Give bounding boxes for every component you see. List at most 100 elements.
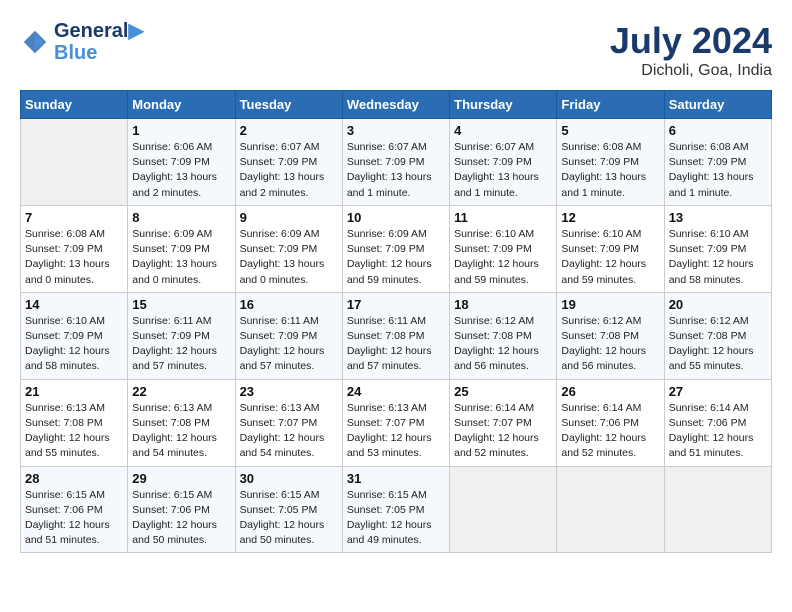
day-number: 30	[240, 471, 338, 486]
day-info: Sunrise: 6:09 AMSunset: 7:09 PMDaylight:…	[132, 227, 230, 288]
day-number: 16	[240, 297, 338, 312]
day-cell: 10 Sunrise: 6:09 AMSunset: 7:09 PMDayligh…	[342, 205, 449, 292]
day-cell: 28 Sunrise: 6:15 AMSunset: 7:06 PMDayligh…	[21, 466, 128, 553]
day-number: 2	[240, 123, 338, 138]
day-cell: 20Sunrise: 6:12 AMSunset: 7:08 PMDayligh…	[664, 292, 771, 379]
day-number: 31	[347, 471, 445, 486]
day-info: Sunrise: 6:07 AMSunset: 7:09 PMDaylight:…	[240, 140, 338, 201]
week-row-1: 1Sunrise: 6:06 AMSunset: 7:09 PMDaylight…	[21, 119, 772, 206]
day-cell: 23 Sunrise: 6:13 AMSunset: 7:07 PMDayligh…	[235, 379, 342, 466]
day-cell: 3 Sunrise: 6:07 AMSunset: 7:09 PMDaylight…	[342, 119, 449, 206]
title-section: July 2024 Dicholi, Goa, India	[610, 20, 772, 80]
day-number: 3	[347, 123, 445, 138]
day-cell: 25Sunrise: 6:14 AMSunset: 7:07 PMDayligh…	[450, 379, 557, 466]
day-cell: 26Sunrise: 6:14 AMSunset: 7:06 PMDayligh…	[557, 379, 664, 466]
header-cell-friday: Friday	[557, 91, 664, 119]
day-cell: 27 Sunrise: 6:14 AMSunset: 7:06 PMDayligh…	[664, 379, 771, 466]
day-cell	[557, 466, 664, 553]
day-number: 20	[669, 297, 767, 312]
week-row-2: 7 Sunrise: 6:08 AMSunset: 7:09 PMDaylight…	[21, 205, 772, 292]
day-cell	[450, 466, 557, 553]
day-cell: 11 Sunrise: 6:10 AMSunset: 7:09 PMDayligh…	[450, 205, 557, 292]
day-info: Sunrise: 6:08 AMSunset: 7:09 PMDaylight:…	[561, 140, 659, 201]
day-info: Sunrise: 6:15 AMSunset: 7:06 PMDaylight:…	[132, 488, 230, 549]
day-info: Sunrise: 6:10 AMSunset: 7:09 PMDaylight:…	[454, 227, 552, 288]
day-info: Sunrise: 6:11 AMSunset: 7:09 PMDaylight:…	[240, 314, 338, 375]
location-subtitle: Dicholi, Goa, India	[610, 62, 772, 80]
day-cell: 14 Sunrise: 6:10 AMSunset: 7:09 PMDayligh…	[21, 292, 128, 379]
day-info: Sunrise: 6:15 AMSunset: 7:06 PMDaylight:…	[25, 488, 123, 549]
day-info: Sunrise: 6:13 AMSunset: 7:08 PMDaylight:…	[25, 401, 123, 462]
day-number: 28	[25, 471, 123, 486]
day-number: 14	[25, 297, 123, 312]
day-cell: 1Sunrise: 6:06 AMSunset: 7:09 PMDaylight…	[128, 119, 235, 206]
day-number: 15	[132, 297, 230, 312]
header-row: SundayMondayTuesdayWednesdayThursdayFrid…	[21, 91, 772, 119]
header-cell-sunday: Sunday	[21, 91, 128, 119]
day-cell: 9 Sunrise: 6:09 AMSunset: 7:09 PMDaylight…	[235, 205, 342, 292]
header-cell-thursday: Thursday	[450, 91, 557, 119]
logo-line2: Blue	[54, 42, 144, 64]
day-info: Sunrise: 6:13 AMSunset: 7:07 PMDaylight:…	[240, 401, 338, 462]
day-cell: 18Sunrise: 6:12 AMSunset: 7:08 PMDayligh…	[450, 292, 557, 379]
day-cell: 30 Sunrise: 6:15 AMSunset: 7:05 PMDayligh…	[235, 466, 342, 553]
logo-icon	[20, 27, 50, 57]
header-cell-tuesday: Tuesday	[235, 91, 342, 119]
day-cell: 19 Sunrise: 6:12 AMSunset: 7:08 PMDayligh…	[557, 292, 664, 379]
day-info: Sunrise: 6:08 AMSunset: 7:09 PMDaylight:…	[25, 227, 123, 288]
day-number: 27	[669, 384, 767, 399]
day-number: 6	[669, 123, 767, 138]
day-cell: 4Sunrise: 6:07 AMSunset: 7:09 PMDaylight…	[450, 119, 557, 206]
day-number: 19	[561, 297, 659, 312]
day-number: 23	[240, 384, 338, 399]
day-cell: 22 Sunrise: 6:13 AMSunset: 7:08 PMDayligh…	[128, 379, 235, 466]
day-cell: 21 Sunrise: 6:13 AMSunset: 7:08 PMDayligh…	[21, 379, 128, 466]
day-number: 17	[347, 297, 445, 312]
day-info: Sunrise: 6:10 AMSunset: 7:09 PMDaylight:…	[561, 227, 659, 288]
day-cell: 31Sunrise: 6:15 AMSunset: 7:05 PMDayligh…	[342, 466, 449, 553]
day-info: Sunrise: 6:15 AMSunset: 7:05 PMDaylight:…	[240, 488, 338, 549]
day-number: 8	[132, 210, 230, 225]
day-cell: 8 Sunrise: 6:09 AMSunset: 7:09 PMDaylight…	[128, 205, 235, 292]
day-cell: 17 Sunrise: 6:11 AMSunset: 7:08 PMDayligh…	[342, 292, 449, 379]
day-cell	[21, 119, 128, 206]
day-info: Sunrise: 6:10 AMSunset: 7:09 PMDaylight:…	[25, 314, 123, 375]
day-cell: 5Sunrise: 6:08 AMSunset: 7:09 PMDaylight…	[557, 119, 664, 206]
day-info: Sunrise: 6:11 AMSunset: 7:08 PMDaylight:…	[347, 314, 445, 375]
day-info: Sunrise: 6:06 AMSunset: 7:09 PMDaylight:…	[132, 140, 230, 201]
header-cell-wednesday: Wednesday	[342, 91, 449, 119]
day-info: Sunrise: 6:10 AMSunset: 7:09 PMDaylight:…	[669, 227, 767, 288]
day-info: Sunrise: 6:13 AMSunset: 7:08 PMDaylight:…	[132, 401, 230, 462]
calendar-header: SundayMondayTuesdayWednesdayThursdayFrid…	[21, 91, 772, 119]
day-number: 24	[347, 384, 445, 399]
day-info: Sunrise: 6:09 AMSunset: 7:09 PMDaylight:…	[240, 227, 338, 288]
day-number: 21	[25, 384, 123, 399]
calendar-table: SundayMondayTuesdayWednesdayThursdayFrid…	[20, 90, 772, 553]
week-row-3: 14 Sunrise: 6:10 AMSunset: 7:09 PMDayligh…	[21, 292, 772, 379]
header-cell-saturday: Saturday	[664, 91, 771, 119]
day-number: 4	[454, 123, 552, 138]
day-cell: 12 Sunrise: 6:10 AMSunset: 7:09 PMDayligh…	[557, 205, 664, 292]
day-number: 7	[25, 210, 123, 225]
day-cell: 24Sunrise: 6:13 AMSunset: 7:07 PMDayligh…	[342, 379, 449, 466]
day-cell: 6Sunrise: 6:08 AMSunset: 7:09 PMDaylight…	[664, 119, 771, 206]
day-number: 11	[454, 210, 552, 225]
day-info: Sunrise: 6:11 AMSunset: 7:09 PMDaylight:…	[132, 314, 230, 375]
day-number: 22	[132, 384, 230, 399]
main-title: July 2024	[610, 20, 772, 62]
day-number: 13	[669, 210, 767, 225]
day-info: Sunrise: 6:07 AMSunset: 7:09 PMDaylight:…	[347, 140, 445, 201]
logo: General▶ Blue	[20, 20, 144, 64]
day-cell: 15 Sunrise: 6:11 AMSunset: 7:09 PMDayligh…	[128, 292, 235, 379]
day-info: Sunrise: 6:12 AMSunset: 7:08 PMDaylight:…	[454, 314, 552, 375]
day-info: Sunrise: 6:14 AMSunset: 7:07 PMDaylight:…	[454, 401, 552, 462]
day-number: 12	[561, 210, 659, 225]
day-info: Sunrise: 6:12 AMSunset: 7:08 PMDaylight:…	[561, 314, 659, 375]
week-row-4: 21 Sunrise: 6:13 AMSunset: 7:08 PMDayligh…	[21, 379, 772, 466]
day-number: 10	[347, 210, 445, 225]
day-cell: 13 Sunrise: 6:10 AMSunset: 7:09 PMDayligh…	[664, 205, 771, 292]
day-number: 26	[561, 384, 659, 399]
day-info: Sunrise: 6:09 AMSunset: 7:09 PMDaylight:…	[347, 227, 445, 288]
day-info: Sunrise: 6:14 AMSunset: 7:06 PMDaylight:…	[669, 401, 767, 462]
day-number: 9	[240, 210, 338, 225]
